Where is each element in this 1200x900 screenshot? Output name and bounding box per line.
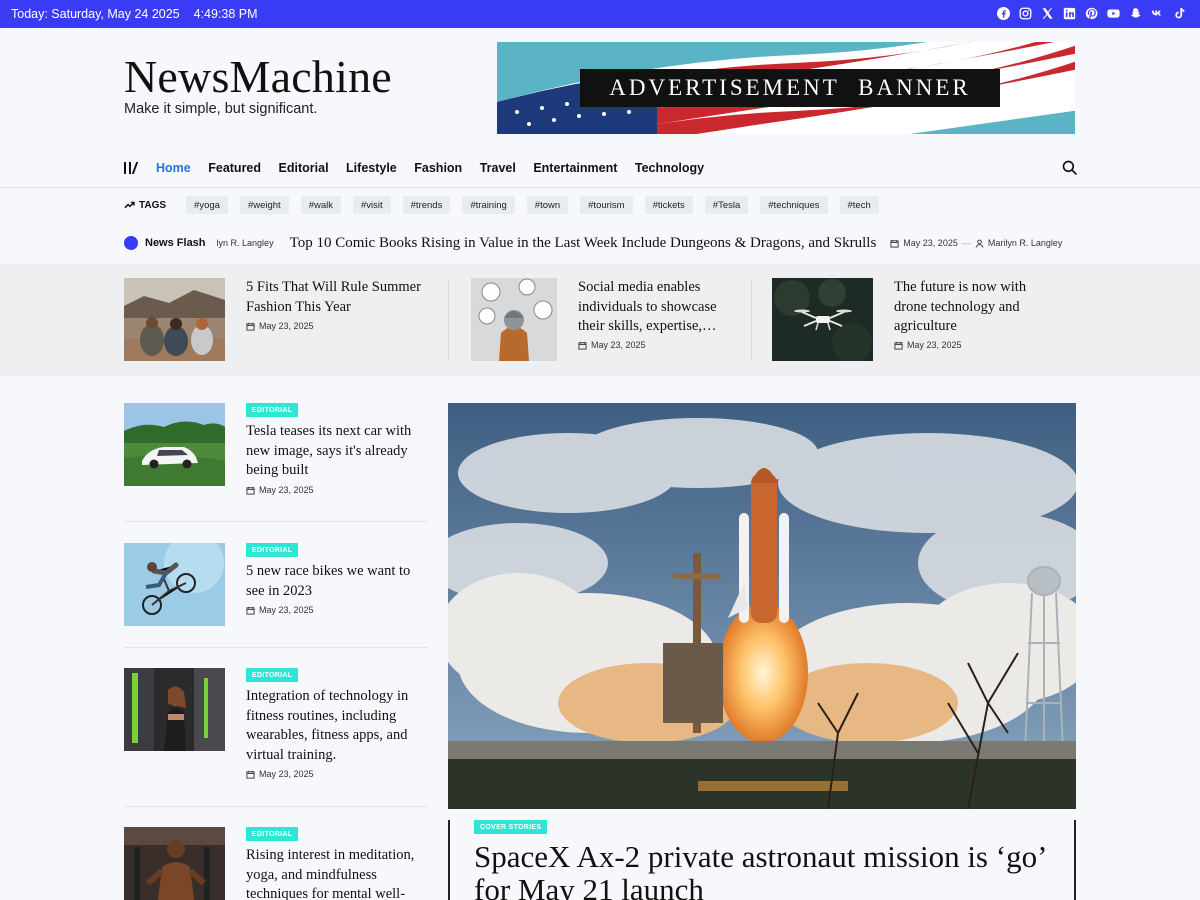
news-flash-label: News Flash: [145, 237, 206, 249]
tag-visit[interactable]: #visit: [352, 196, 391, 214]
list-divider: [124, 806, 428, 807]
ticker-headline[interactable]: Top 10 Comic Books Rising in Value in th…: [290, 235, 877, 252]
category-badge[interactable]: EDITORIAL: [246, 668, 299, 682]
current-date: Today: Saturday, May 24 2025: [11, 7, 180, 21]
strip-thumbnail-drone[interactable]: [772, 278, 873, 361]
tag-tourism[interactable]: #tourism: [580, 196, 633, 214]
ticker-meta: May 23, 2025 — Marilyn R. Langley: [890, 238, 1062, 248]
strip-thumbnail-social-media[interactable]: [471, 278, 557, 361]
calendar-icon: [246, 606, 255, 615]
list-thumbnail-gym[interactable]: [124, 827, 225, 900]
tag-tickets[interactable]: #tickets: [644, 196, 693, 214]
tag-trends[interactable]: #trends: [402, 196, 451, 214]
site-tagline: Make it simple, but significant.: [124, 101, 318, 117]
list-title-4[interactable]: Rising interest in meditation, yoga, and…: [246, 846, 428, 900]
list-thumbnail-tesla[interactable]: [124, 403, 225, 486]
ticker-author[interactable]: Marilyn R. Langley: [988, 238, 1063, 248]
strip-date-1: May 23, 2025: [246, 321, 314, 331]
calendar-icon: [246, 770, 255, 779]
tiktok-icon[interactable]: [1172, 6, 1186, 20]
main-nav: Home Featured Editorial Lifestyle Fashio…: [124, 155, 722, 181]
linkedin-icon[interactable]: [1062, 6, 1076, 20]
site-title[interactable]: NewsMachine: [124, 50, 392, 103]
tag-walk[interactable]: #walk: [300, 196, 341, 214]
tag-tesla[interactable]: #Tesla: [704, 196, 749, 214]
list-date-2: May 23, 2025: [246, 605, 314, 615]
social-links: [996, 6, 1186, 20]
facebook-icon[interactable]: [996, 6, 1010, 20]
snapchat-icon[interactable]: [1128, 6, 1142, 20]
youtube-icon[interactable]: [1106, 6, 1120, 20]
featured-image-rocket-launch[interactable]: [448, 403, 1076, 809]
nav-item-travel[interactable]: Travel: [480, 161, 516, 175]
ticker-date: May 23, 2025: [903, 238, 958, 248]
nav-item-fashion[interactable]: Fashion: [414, 161, 462, 175]
instagram-icon[interactable]: [1018, 6, 1032, 20]
list-thumbnail-bmx[interactable]: [124, 543, 225, 626]
calendar-icon: [894, 341, 903, 350]
strip-title-2[interactable]: Social media enables individuals to show…: [578, 278, 738, 337]
strip-date-3: May 23, 2025: [894, 340, 962, 350]
tag-yoga[interactable]: #yoga: [186, 196, 228, 214]
featured-category-badge[interactable]: COVER STORIES: [474, 820, 548, 834]
tags-label: TAGS: [124, 200, 166, 211]
category-badge[interactable]: EDITORIAL: [246, 403, 299, 417]
tag-weight[interactable]: #weight: [239, 196, 289, 214]
current-time: 4:49:38 PM: [193, 7, 258, 21]
strip-thumbnail-friends[interactable]: [124, 278, 225, 361]
top-bar: Today: Saturday, May 24 2025 4:49:38 PM: [0, 0, 1200, 28]
category-badge[interactable]: EDITORIAL: [246, 543, 299, 557]
pinterest-icon[interactable]: [1084, 6, 1098, 20]
strip-date-2: May 23, 2025: [578, 340, 646, 350]
ticker-prev-author: lyn R. Langley: [216, 238, 274, 248]
nav-divider: [0, 187, 1200, 188]
nav-item-entertainment[interactable]: Entertainment: [533, 161, 617, 175]
tag-techniques[interactable]: #techniques: [760, 196, 828, 214]
list-divider: [124, 521, 428, 522]
strip-divider: [448, 280, 449, 360]
category-badge[interactable]: EDITORIAL: [246, 827, 299, 841]
strip-divider: [751, 280, 752, 360]
featured-title[interactable]: SpaceX Ax-2 private astronaut mission is…: [474, 840, 1064, 900]
list-title-3[interactable]: Integration of technology in fitness rou…: [246, 687, 428, 765]
list-thumbnail-fitness[interactable]: [124, 668, 225, 751]
trending-icon: [124, 201, 135, 209]
tag-town[interactable]: #town: [526, 196, 569, 214]
list-title-2[interactable]: 5 new race bikes we want to see in 2023: [246, 562, 428, 601]
strip-title-1[interactable]: 5 Fits That Will Rule Summer Fashion Thi…: [246, 278, 436, 317]
nav-item-home[interactable]: Home: [156, 161, 191, 175]
banner-text: ADVERTISEMENT BANNER: [580, 69, 1000, 107]
nav-item-featured[interactable]: Featured: [208, 161, 261, 175]
nav-item-technology[interactable]: Technology: [635, 161, 704, 175]
list-title-1[interactable]: Tesla teases its next car with new image…: [246, 422, 428, 481]
list-date-3: May 23, 2025: [246, 769, 314, 779]
strip-title-3[interactable]: The future is now with drone technology …: [894, 278, 1054, 337]
list-date-1: May 23, 2025: [246, 485, 314, 495]
calendar-icon: [246, 486, 255, 495]
x-icon[interactable]: [1040, 6, 1054, 20]
tag-training[interactable]: #training: [462, 196, 515, 214]
news-flash-dot: [124, 236, 138, 250]
user-icon: [975, 239, 984, 248]
nav-item-lifestyle[interactable]: Lifestyle: [346, 161, 397, 175]
nav-item-editorial[interactable]: Editorial: [279, 161, 329, 175]
vk-icon[interactable]: [1150, 6, 1164, 20]
list-divider: [124, 647, 428, 648]
menu-icon[interactable]: [124, 162, 139, 174]
tag-tech[interactable]: #tech: [839, 196, 879, 214]
search-icon[interactable]: [1062, 160, 1077, 175]
tags-bar: TAGS #yoga #weight #walk #visit #trends …: [124, 196, 891, 214]
calendar-icon: [890, 239, 899, 248]
calendar-icon: [246, 322, 255, 331]
calendar-icon: [578, 341, 587, 350]
news-flash-ticker: News Flash lyn R. Langley Top 10 Comic B…: [124, 234, 1076, 252]
